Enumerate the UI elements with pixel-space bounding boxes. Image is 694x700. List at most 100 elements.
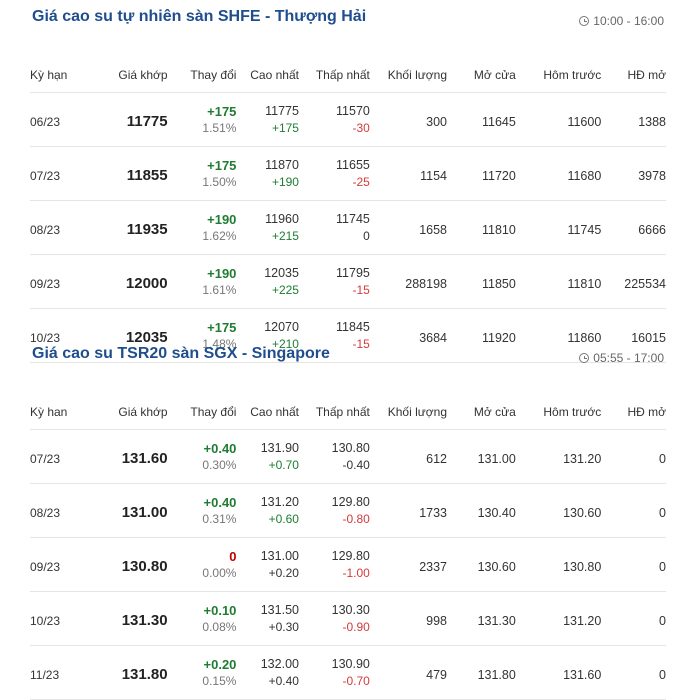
high-value: 131.00 <box>260 548 299 563</box>
low-change: -0.40 <box>342 457 370 472</box>
column-header: Thay đổi <box>167 394 237 430</box>
term-cell: 09/23 <box>30 537 103 592</box>
change-percent: 0.08% <box>202 619 237 634</box>
previous-close-cell: 11745 <box>515 200 602 255</box>
high-change: +0.30 <box>268 619 299 634</box>
term-cell: 06/23 <box>30 92 103 147</box>
column-header: HĐ mở <box>601 57 666 93</box>
column-header: Giá khớp <box>102 394 168 430</box>
match-price-cell: 131.80 <box>102 645 168 700</box>
low-value: 11655 <box>336 157 370 172</box>
high-value: 11870 <box>265 157 299 172</box>
term-cell: 09/23 <box>30 254 103 309</box>
column-header: Kỳ hạn <box>30 57 103 93</box>
change-cell: +190 1.62% <box>167 200 237 255</box>
high-change: +0.20 <box>268 565 299 580</box>
volume-cell: 612 <box>369 429 447 484</box>
match-price-cell: 131.00 <box>102 483 168 538</box>
volume-cell: 2337 <box>369 537 447 592</box>
table-header-row: Kỳ hạn Giá khớp Thay đổi Cao nhất Thấp nhất K… <box>30 57 666 93</box>
change-cell: +175 1.51% <box>167 92 237 147</box>
section-header: Giá cao su TSR20 sàn SGX - Singapore 05:5… <box>0 337 694 367</box>
low-value: 11845 <box>336 319 370 334</box>
table-row: 07/23 11855 +175 1.50% 11870 +190 11655 -25 1154… <box>30 146 666 201</box>
change-value: +0.40 <box>203 494 237 510</box>
table-row: 10/23 131.30 +0.10 0.08% 131.50 +0.30 130.30 -0… <box>30 591 666 646</box>
high-change: +190 <box>271 174 299 189</box>
open-interest-cell: 6666 <box>601 200 666 255</box>
open-interest-cell: 225534 <box>601 254 666 309</box>
section-title: Giá cao su tự nhiên sàn SHFE - Thượng Hả… <box>32 8 367 25</box>
low-value: 11795 <box>336 265 370 280</box>
column-header: Kỳ han <box>30 394 103 430</box>
open-cell: 131.00 <box>447 429 516 484</box>
column-header: Khối lượng <box>369 394 447 430</box>
term-cell: 11/23 <box>30 645 103 700</box>
low-change: -25 <box>352 174 370 189</box>
change-percent: 1.62% <box>202 228 237 243</box>
high-cell: 131.90 +0.70 <box>236 429 299 484</box>
change-percent: 1.61% <box>202 282 237 297</box>
high-cell: 131.50 +0.30 <box>236 591 299 646</box>
change-percent: 1.51% <box>202 120 237 135</box>
previous-close-cell: 131.20 <box>515 591 602 646</box>
low-cell: 11655 -25 <box>298 146 370 201</box>
match-price-cell: 12000 <box>102 254 168 309</box>
low-value: 130.80 <box>331 440 370 455</box>
table-row: 08/23 11935 +190 1.62% 11960 +215 11745 0 1658 11… <box>30 200 666 255</box>
open-cell: 131.80 <box>447 645 516 700</box>
open-cell: 131.30 <box>447 591 516 646</box>
change-percent: 0.00% <box>202 565 237 580</box>
change-cell: +0.40 0.31% <box>167 483 237 538</box>
open-cell: 11645 <box>447 92 516 147</box>
low-change: 0 <box>363 228 370 243</box>
change-value: +0.40 <box>203 440 237 456</box>
high-value: 12035 <box>264 265 299 280</box>
open-cell: 11720 <box>447 146 516 201</box>
table-row: 11/23 131.80 +0.20 0.15% 132.00 +0.40 130.90 -0… <box>30 645 666 700</box>
low-value: 130.90 <box>331 656 370 671</box>
change-value: +0.20 <box>203 656 237 672</box>
change-cell: +175 1.50% <box>167 146 237 201</box>
high-cell: 11775 +175 <box>236 92 299 147</box>
open-cell: 130.40 <box>447 483 516 538</box>
column-header: Cao nhất <box>236 57 299 93</box>
previous-close-cell: 130.60 <box>515 483 602 538</box>
low-value: 11745 <box>336 211 370 226</box>
change-value: +175 <box>207 319 237 335</box>
high-cell: 11960 +215 <box>236 200 299 255</box>
high-value: 11775 <box>265 103 299 118</box>
low-change: -30 <box>352 120 370 135</box>
change-value: +175 <box>207 103 237 119</box>
volume-cell: 1154 <box>369 146 447 201</box>
high-change: +175 <box>271 120 299 135</box>
section-header: Giá cao su tự nhiên sàn SHFE - Thượng Hả… <box>0 0 694 30</box>
term-cell: 07/23 <box>30 429 103 484</box>
low-value: 129.80 <box>331 548 370 563</box>
clock-icon <box>579 16 590 26</box>
open-interest-cell: 0 <box>601 429 666 484</box>
column-header: Giá khớp <box>102 57 168 93</box>
table-row: 06/23 11775 +175 1.51% 11775 +175 11570 -30 300 1… <box>30 92 666 147</box>
high-value: 12070 <box>264 319 299 334</box>
column-header: Hôm trước <box>515 394 602 430</box>
change-cell: +190 1.61% <box>167 254 237 309</box>
high-cell: 131.00 +0.20 <box>236 537 299 592</box>
open-interest-cell: 3978 <box>601 146 666 201</box>
low-cell: 130.90 -0.70 <box>298 645 370 700</box>
open-cell: 11850 <box>447 254 516 309</box>
low-change: -0.70 <box>342 673 370 688</box>
match-price-cell: 11775 <box>102 92 168 147</box>
low-cell: 129.80 -1.00 <box>298 537 370 592</box>
previous-close-cell: 130.80 <box>515 537 602 592</box>
match-price-cell: 11855 <box>102 146 168 201</box>
low-change: -0.80 <box>342 511 370 526</box>
low-cell: 130.30 -0.90 <box>298 591 370 646</box>
change-percent: 1.50% <box>202 174 237 189</box>
high-value: 131.20 <box>260 494 299 509</box>
change-cell: +0.40 0.30% <box>167 429 237 484</box>
open-interest-cell: 1388 <box>601 92 666 147</box>
previous-close-cell: 131.60 <box>515 645 602 700</box>
high-value: 132.00 <box>260 656 299 671</box>
term-cell: 07/23 <box>30 146 103 201</box>
